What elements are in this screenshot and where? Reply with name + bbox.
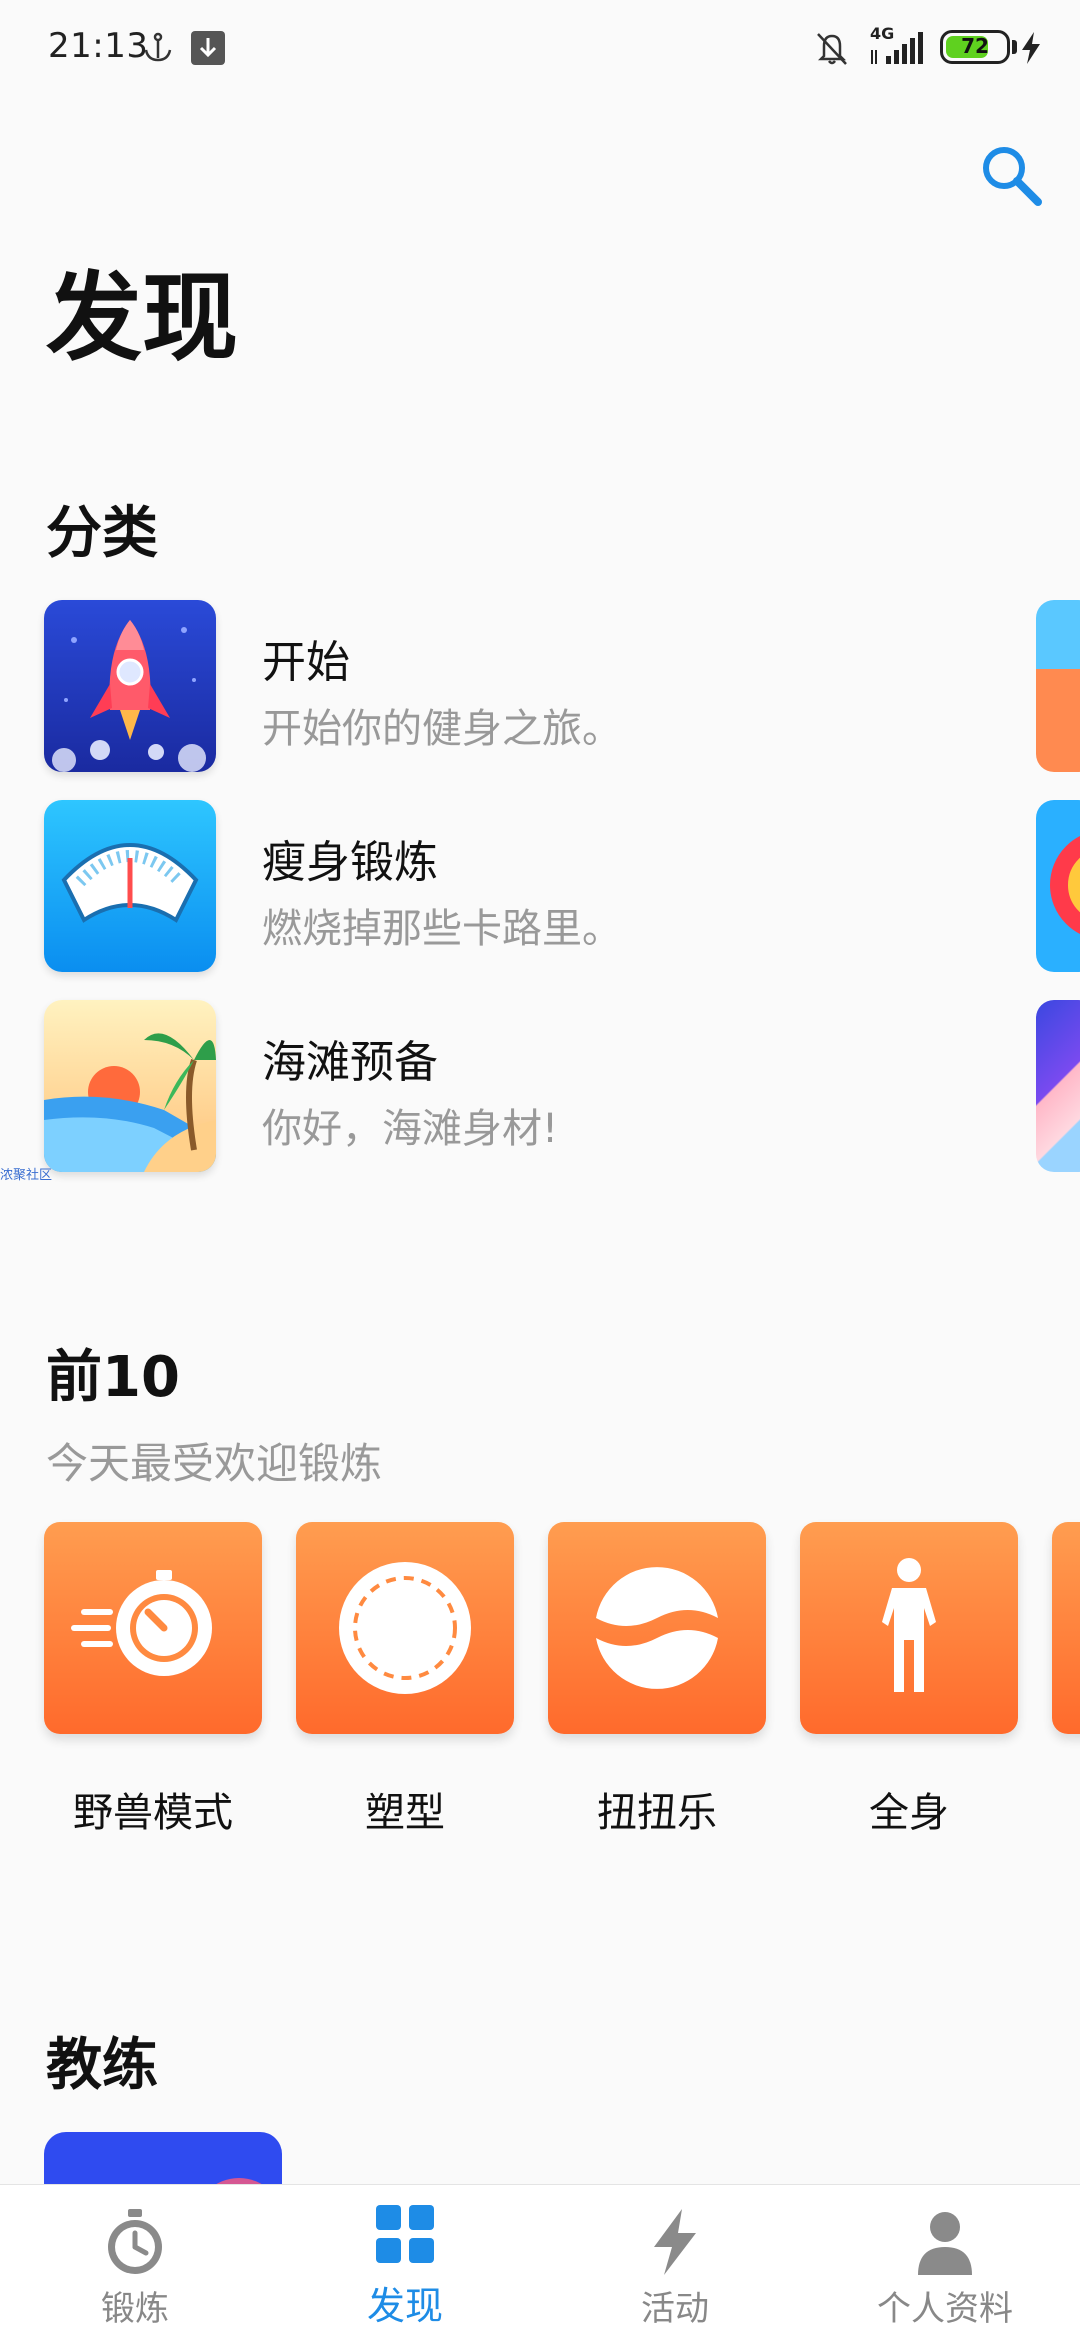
full-body-icon bbox=[882, 1558, 936, 1692]
category-item-beach-ready[interactable]: 海滩预备 你好，海滩身材! bbox=[44, 1000, 1004, 1172]
person-icon bbox=[918, 2212, 972, 2275]
nav-label: 活动 bbox=[641, 2289, 709, 2329]
battery-percent: 72 bbox=[961, 34, 989, 58]
top10-tile-beast-mode[interactable] bbox=[44, 1522, 262, 1734]
category-title: 海滩预备 bbox=[262, 1037, 438, 1088]
nav-label: 锻炼 bbox=[101, 2289, 169, 2329]
battery-tip bbox=[1012, 40, 1017, 54]
scale-icon bbox=[44, 800, 216, 972]
category-description: 你好，海滩身材! bbox=[262, 1106, 559, 1152]
category-peek-card[interactable] bbox=[1036, 1000, 1080, 1172]
category-description: 开始你的健身之旅。 bbox=[262, 706, 622, 752]
anchor-icon bbox=[144, 32, 172, 62]
top10-label: 塑型 bbox=[365, 1790, 445, 1836]
top10-label: 扭扭乐 bbox=[597, 1790, 717, 1836]
dashed-circle-icon bbox=[339, 1562, 471, 1694]
top10-label: 野兽模式 bbox=[73, 1790, 233, 1836]
status-time: 21:13 bbox=[48, 26, 149, 66]
category-peek-card[interactable] bbox=[1036, 800, 1080, 972]
top10-label: 全身 bbox=[869, 1790, 949, 1836]
category-title: 开始 bbox=[262, 637, 350, 688]
lightning-icon bbox=[654, 2209, 696, 2275]
category-item-start[interactable]: 开始 开始你的健身之旅。 bbox=[44, 600, 1004, 772]
top10-tile-full-body[interactable] bbox=[800, 1522, 1018, 1734]
category-title: 瘦身锻炼 bbox=[262, 837, 438, 888]
nav-item-profile[interactable]: 个人资料 bbox=[810, 2185, 1080, 2340]
stopwatch-speed-icon bbox=[71, 1570, 212, 1676]
watermark: 浓聚社区 bbox=[0, 1168, 53, 1183]
category-thumbnail bbox=[44, 800, 216, 972]
top10-tile-peek[interactable] bbox=[1052, 1522, 1080, 1734]
nav-label: 个人资料 bbox=[877, 2289, 1013, 2329]
download-notification-icon bbox=[191, 31, 225, 65]
category-thumbnail bbox=[44, 600, 216, 772]
category-item-weight-loss[interactable]: 瘦身锻炼 燃烧掉那些卡路里。 bbox=[44, 800, 1004, 972]
rocket-icon bbox=[44, 600, 216, 772]
bell-muted-icon bbox=[817, 33, 847, 65]
discover-screen: 21:13 4G 72 发现 分类 开始 开始你的健身之旅。 瘦身锻炼 燃烧掉那… bbox=[0, 0, 1080, 2340]
battery-indicator: 72 bbox=[940, 30, 1010, 64]
charging-bolt-icon bbox=[1022, 32, 1040, 64]
grid-icon bbox=[376, 2205, 434, 2263]
search-icon[interactable] bbox=[976, 140, 1046, 210]
top10-tile-twist[interactable] bbox=[548, 1522, 766, 1734]
nav-item-activity[interactable]: 活动 bbox=[540, 2185, 810, 2340]
category-thumbnail bbox=[44, 1000, 216, 1172]
category-peek-card[interactable] bbox=[1036, 600, 1080, 772]
nav-label: 发现 bbox=[366, 2284, 443, 2328]
top10-subtitle: 今天最受欢迎锻炼 bbox=[46, 1439, 383, 1488]
nav-item-discover[interactable]: 发现 bbox=[270, 2185, 540, 2340]
page-title: 发现 bbox=[46, 262, 238, 374]
categories-title: 分类 bbox=[46, 501, 158, 566]
signal-icon bbox=[871, 32, 923, 64]
beach-icon bbox=[44, 1000, 216, 1172]
status-bar: 21:13 4G 72 bbox=[0, 0, 1080, 96]
coaches-title: 教练 bbox=[46, 2033, 158, 2098]
bottom-navigation: 锻炼 发现 活动 个人资料 bbox=[0, 2184, 1080, 2340]
stopwatch-icon bbox=[108, 2209, 162, 2274]
twist-icon bbox=[596, 1567, 718, 1689]
top10-tile-sculpt[interactable] bbox=[296, 1522, 514, 1734]
top10-title: 前10 bbox=[46, 1345, 180, 1410]
category-description: 燃烧掉那些卡路里。 bbox=[262, 906, 622, 952]
nav-item-workout[interactable]: 锻炼 bbox=[0, 2185, 270, 2340]
